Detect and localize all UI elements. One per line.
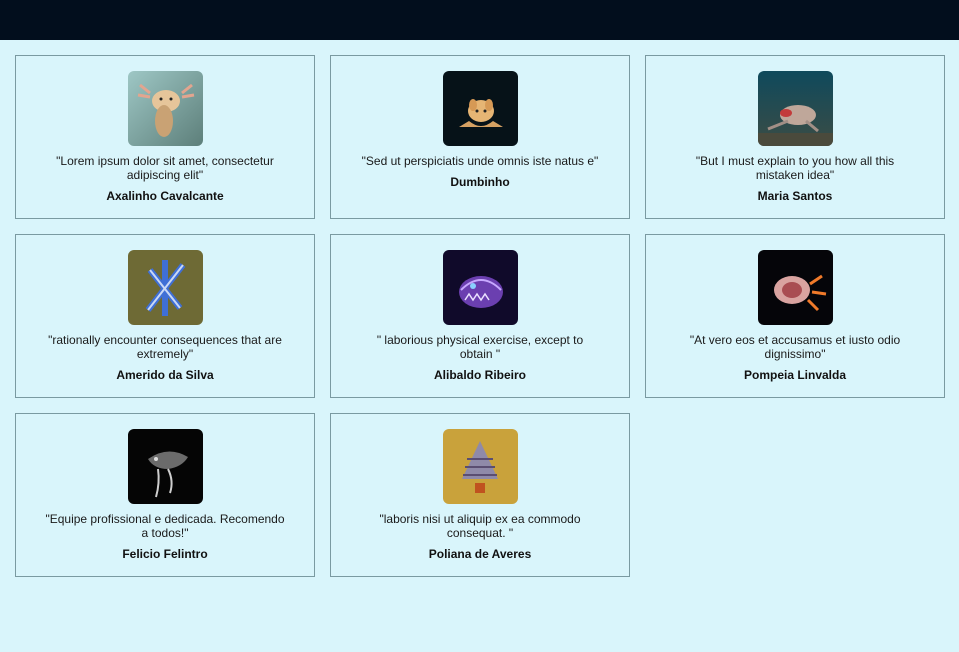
testimonial-card: "But I must explain to you how all this …: [645, 55, 945, 219]
testimonial-quote: "But I must explain to you how all this …: [695, 154, 895, 182]
testimonial-card: "Equipe profissional e dedicada. Recomen…: [15, 413, 315, 577]
testimonial-card: "Sed ut perspiciatis unde omnis iste nat…: [330, 55, 630, 219]
avatar: [442, 250, 518, 325]
avatar: [442, 71, 518, 146]
testimonial-card: "Lorem ipsum dolor sit amet, consectetur…: [15, 55, 315, 219]
avatar: [127, 250, 203, 325]
testimonial-author: Maria Santos: [757, 189, 833, 203]
avatar: [127, 429, 203, 504]
testimonial-quote: "Equipe profissional e dedicada. Recomen…: [45, 512, 285, 540]
testimonial-card: "At vero eos et accusamus et iusto odio …: [645, 234, 945, 398]
testimonial-author: Axalinho Cavalcante: [106, 189, 224, 203]
testimonial-quote: "At vero eos et accusamus et iusto odio …: [689, 333, 901, 361]
avatar: [127, 71, 203, 146]
testimonial-quote: " laborious physical exercise, except to…: [376, 333, 584, 361]
testimonial-author: Alibaldo Ribeiro: [433, 368, 526, 382]
testimonial-card: "rationally encounter consequences that …: [15, 234, 315, 398]
avatar: [757, 71, 833, 146]
testimonial-grid: "Lorem ipsum dolor sit amet, consectetur…: [15, 55, 945, 577]
testimonial-quote: "Sed ut perspiciatis unde omnis iste nat…: [361, 154, 599, 168]
testimonial-quote: "Lorem ipsum dolor sit amet, consectetur…: [56, 154, 274, 182]
testimonial-author: Dumbinho: [450, 175, 510, 189]
testimonial-author: Poliana de Averes: [428, 547, 532, 561]
avatar: [757, 250, 833, 325]
testimonial-card: "laboris nisi ut aliquip ex ea commodo c…: [330, 413, 630, 577]
testimonial-quote: "rationally encounter consequences that …: [48, 333, 282, 361]
testimonial-quote: "laboris nisi ut aliquip ex ea commodo c…: [379, 512, 581, 540]
testimonial-author: Amerido da Silva: [116, 368, 214, 382]
avatar: [442, 429, 518, 504]
testimonial-card: " laborious physical exercise, except to…: [330, 234, 630, 398]
testimonial-author: Pompeia Linvalda: [743, 368, 847, 382]
top-navbar: [0, 0, 959, 40]
testimonial-author: Felicio Felintro: [122, 547, 208, 561]
